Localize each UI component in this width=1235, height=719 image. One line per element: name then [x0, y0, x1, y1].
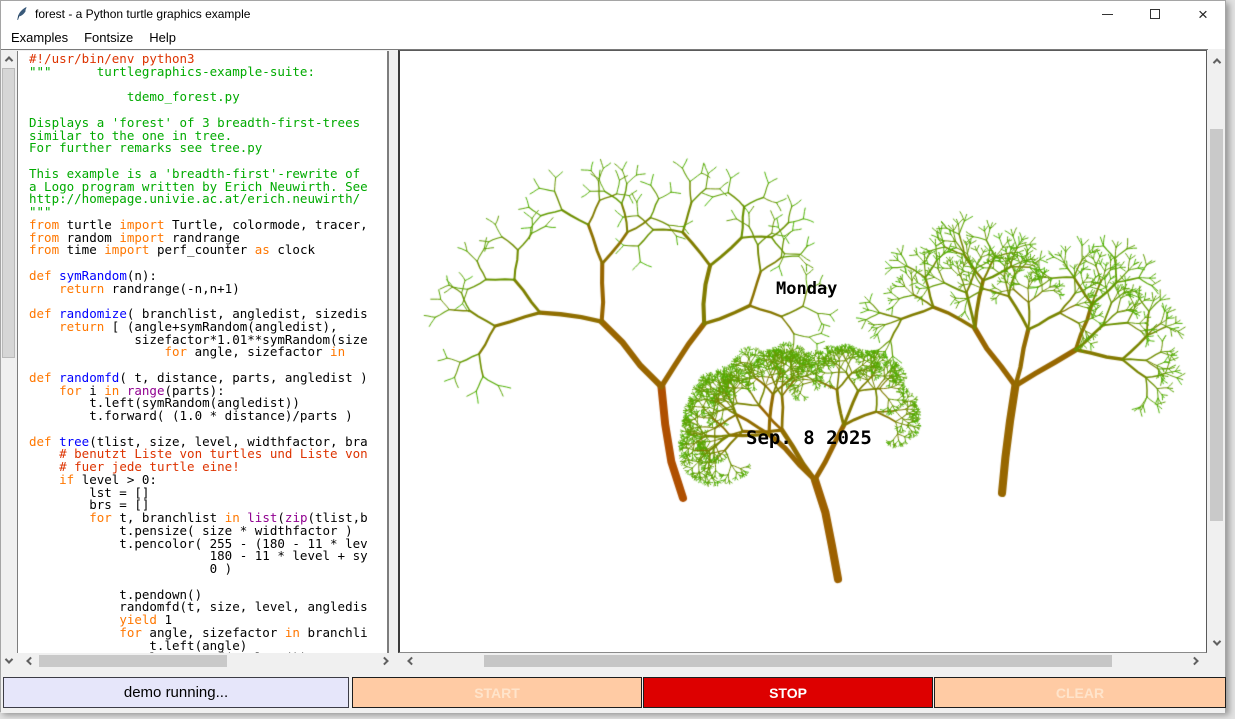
canvas-label-date: Sep. 8 2025 — [746, 427, 872, 449]
scroll-up-arrow-icon[interactable] — [1209, 53, 1224, 69]
titlebar: forest - a Python turtle graphics exampl… — [1, 1, 1225, 27]
canvas-vscroll-thumb[interactable] — [1210, 129, 1223, 521]
window-title: forest - a Python turtle graphics exampl… — [35, 1, 250, 27]
close-icon: × — [1198, 6, 1208, 23]
stop-button[interactable]: STOP — [643, 677, 933, 708]
code-line: http://homepage.univie.ac.at/erich.neuwi… — [29, 193, 387, 206]
canvas-hscroll-thumb[interactable] — [484, 655, 1112, 667]
code-viewer[interactable]: #!/usr/bin/env python3""" turtlegraphics… — [17, 51, 389, 653]
canvas-label-weekday: Monday — [776, 279, 837, 299]
close-button[interactable]: × — [1183, 1, 1223, 27]
code-line: """ turtlegraphics-example-suite: — [29, 66, 387, 79]
menu-item-fontsize[interactable]: Fontsize — [76, 27, 141, 49]
scroll-right-arrow-icon[interactable] — [378, 653, 394, 669]
code-vscroll-thumb[interactable] — [2, 68, 15, 358]
code-line: return randrange(-n,n+1) — [29, 283, 387, 296]
app-window: forest - a Python turtle graphics exampl… — [0, 0, 1226, 712]
turtle-canvas-frame: Monday Sep. 8 2025 — [398, 50, 1207, 653]
code-horizontal-scrollbar[interactable] — [17, 653, 390, 669]
code-line: from time import perf_counter as clock — [29, 244, 387, 257]
maximize-icon — [1150, 9, 1160, 19]
status-label: demo running... — [3, 677, 349, 708]
menubar: Examples Fontsize Help — [1, 27, 1225, 49]
scroll-left-arrow-icon[interactable] — [402, 653, 418, 669]
code-vertical-scrollbar[interactable] — [1, 51, 16, 669]
menu-item-help[interactable]: Help — [141, 27, 184, 49]
scroll-left-arrow-icon[interactable] — [21, 653, 37, 669]
menu-item-examples[interactable]: Examples — [3, 27, 76, 49]
canvas-vertical-scrollbar[interactable] — [1208, 51, 1225, 653]
canvas-horizontal-scrollbar[interactable] — [400, 653, 1207, 669]
code-lines: #!/usr/bin/env python3""" turtlegraphics… — [29, 53, 387, 653]
maximize-button[interactable] — [1135, 1, 1175, 27]
python-feather-icon — [14, 6, 30, 22]
scroll-right-arrow-icon[interactable] — [1188, 653, 1204, 669]
scroll-down-arrow-icon[interactable] — [1, 653, 16, 669]
code-line: t.forward( (1.0 * distance)/parts ) — [29, 410, 387, 423]
bottom-bar: demo running... START STOP CLEAR — [1, 669, 1225, 713]
code-line: tdemo_forest.py — [29, 91, 387, 104]
turtle-graphics-canvas — [400, 51, 1206, 652]
code-line: For further remarks see tree.py — [29, 142, 387, 155]
clear-button[interactable]: CLEAR — [934, 677, 1226, 708]
minimize-icon — [1102, 14, 1113, 15]
code-hscroll-thumb[interactable] — [39, 655, 227, 667]
minimize-button[interactable] — [1087, 1, 1127, 27]
code-line: for angle, sizefactor in — [29, 346, 387, 359]
scroll-down-arrow-icon[interactable] — [1209, 635, 1224, 651]
code-line: 0 ) — [29, 563, 387, 576]
scroll-up-arrow-icon[interactable] — [1, 51, 16, 67]
start-button[interactable]: START — [352, 677, 642, 708]
